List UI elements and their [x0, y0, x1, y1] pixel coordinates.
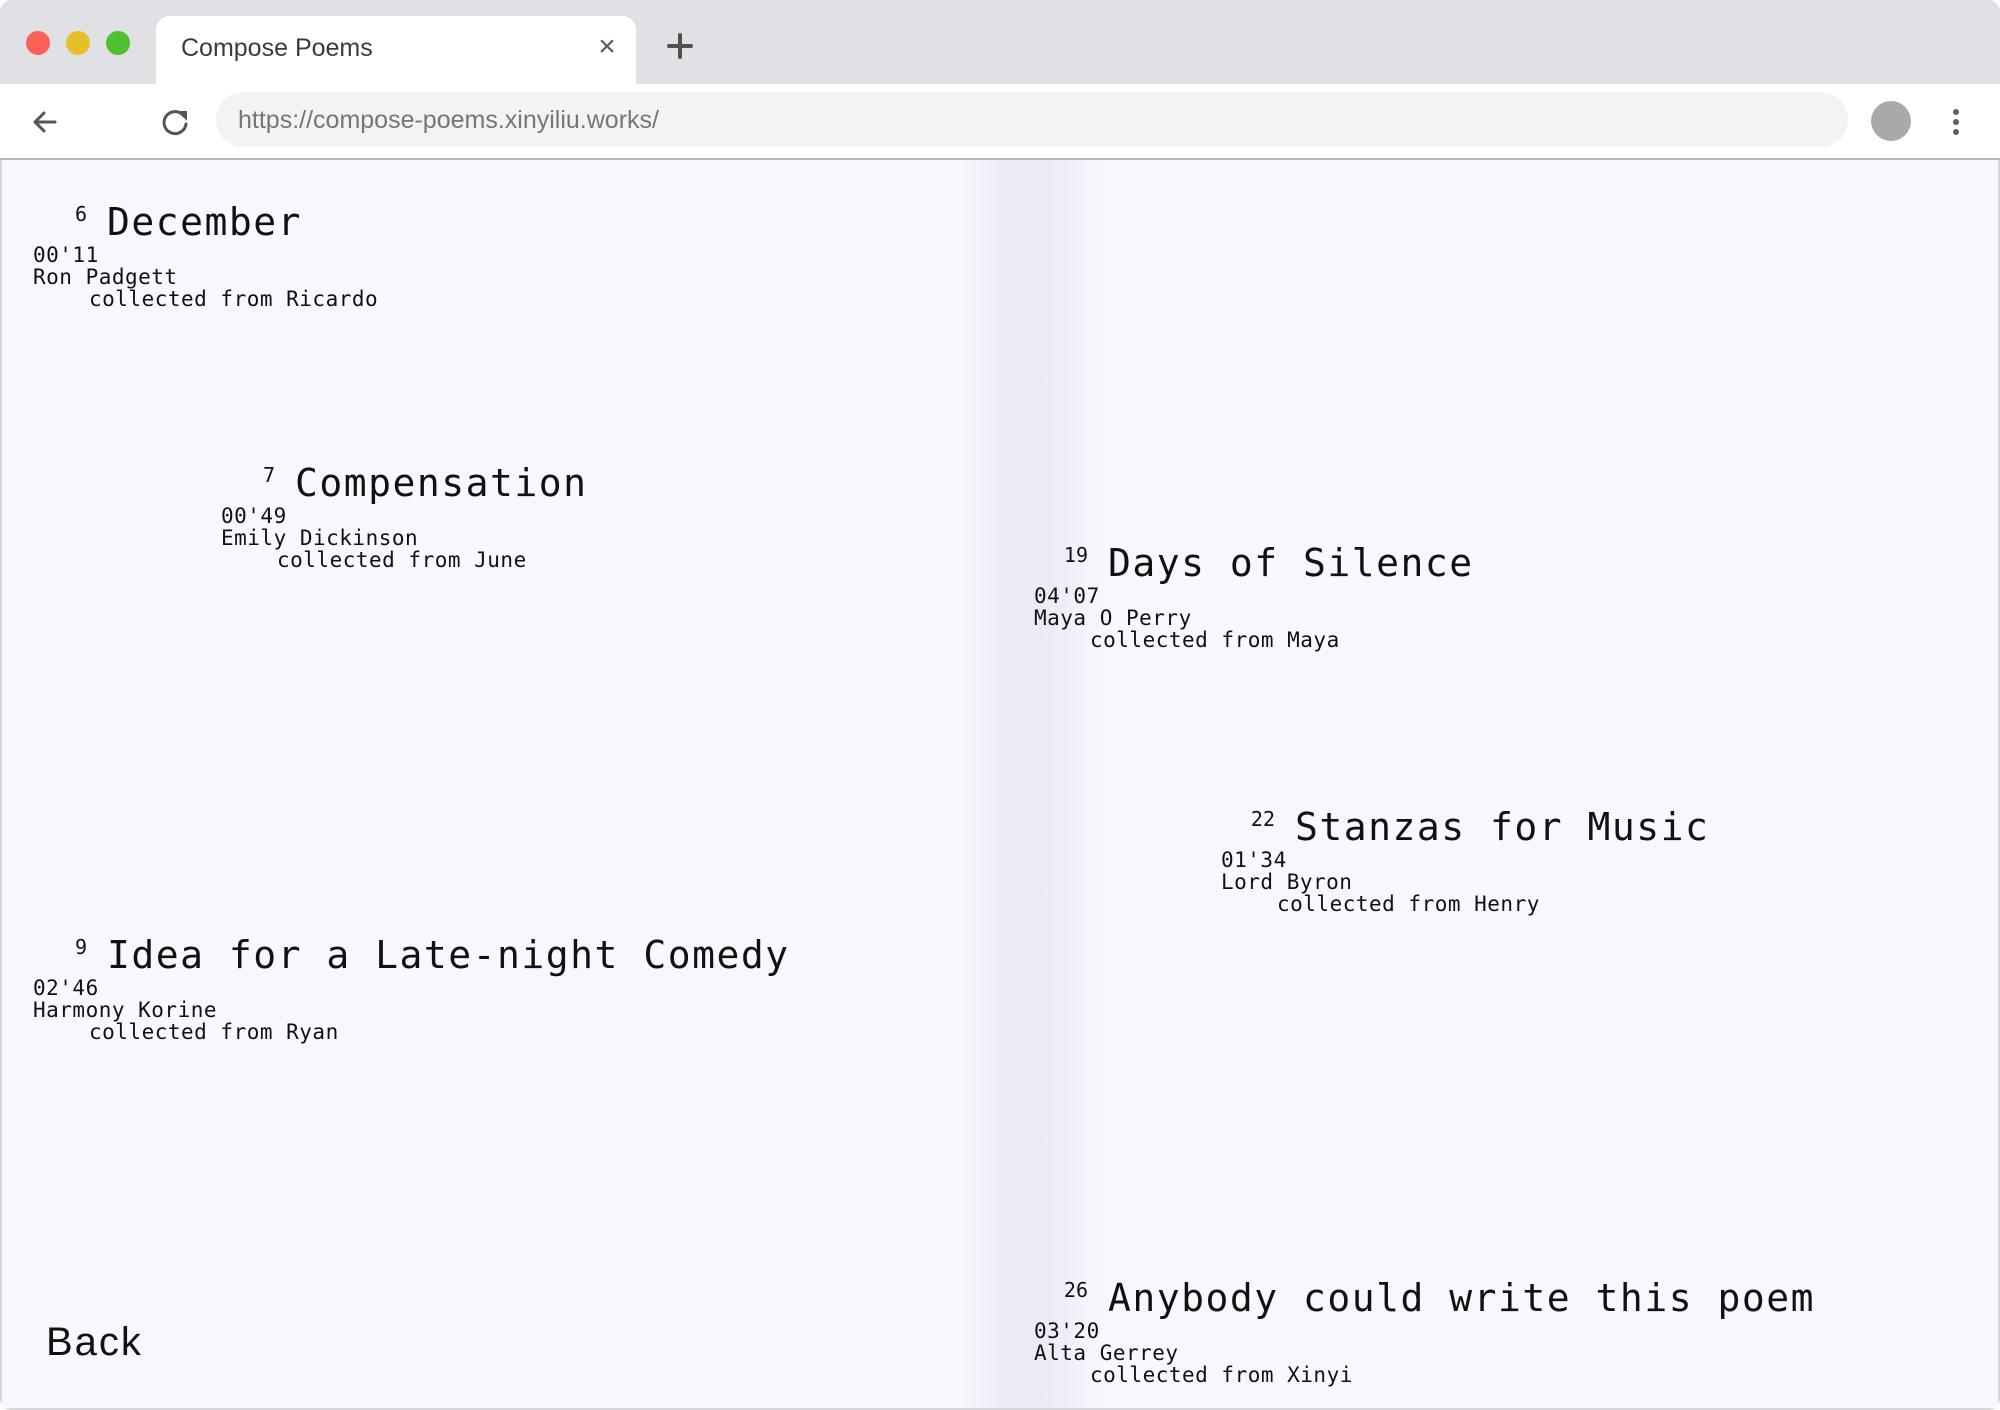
- poem-number: 7: [262, 463, 275, 487]
- browser-window: Compose Poems × 6 Dece: [0, 0, 2000, 1410]
- poem-collected-from: collected from Ryan: [89, 1020, 339, 1044]
- reload-icon[interactable]: [155, 102, 195, 142]
- more-vertical-icon[interactable]: [1946, 106, 1966, 138]
- window-maximize-button[interactable]: [106, 31, 130, 55]
- poem-number: 26: [1063, 1278, 1088, 1302]
- poem-number: 6: [74, 202, 87, 226]
- poem-title-link[interactable]: Days of Silence: [1108, 541, 1474, 585]
- arrow-left-icon[interactable]: [25, 102, 65, 142]
- poem-collected-from: collected from Maya: [1090, 628, 1340, 652]
- poem-entry: 22 Stanzas for Music 01'34 Lord Byron co…: [1221, 805, 1708, 916]
- poem-duration: 03'20: [1034, 1319, 1100, 1343]
- poem-author: Lord Byron: [1221, 870, 1353, 894]
- browser-toolbar: [0, 84, 2000, 160]
- close-icon[interactable]: ×: [592, 32, 622, 62]
- poem-entry: 19 Days of Silence 04'07 Maya O Perry co…: [1034, 541, 1472, 652]
- window-close-button[interactable]: [26, 31, 50, 55]
- poem-title-link[interactable]: Anybody could write this poem: [1108, 1276, 1815, 1320]
- poem-duration: 00'49: [221, 504, 287, 528]
- poem-title-link[interactable]: December: [107, 200, 302, 244]
- poem-collected-from: collected from Xinyi: [1090, 1363, 1353, 1387]
- poem-author: Harmony Korine: [33, 998, 218, 1022]
- poem-author: Emily Dickinson: [221, 526, 419, 550]
- back-link[interactable]: Back: [46, 1320, 143, 1365]
- poem-author: Alta Gerrey: [1034, 1341, 1179, 1365]
- address-bar[interactable]: [216, 92, 1848, 147]
- poem-author: Maya O Perry: [1034, 606, 1192, 630]
- poem-duration: 04'07: [1034, 584, 1100, 608]
- poem-author: Ron Padgett: [33, 265, 178, 289]
- poem-number: 19: [1063, 543, 1088, 567]
- avatar-icon[interactable]: [1871, 101, 1911, 141]
- poem-collected-from: collected from Henry: [1277, 892, 1540, 916]
- url-input[interactable]: [238, 106, 1818, 135]
- poem-title-link[interactable]: Stanzas for Music: [1295, 805, 1709, 849]
- poem-entry: 7 Compensation 00'49 Emily Dickinson col…: [221, 461, 586, 572]
- poem-duration: 01'34: [1221, 848, 1287, 872]
- poem-number: 22: [1250, 807, 1275, 831]
- poem-collected-from: collected from June: [277, 548, 527, 572]
- tab-strip: Compose Poems ×: [0, 0, 2000, 86]
- plus-icon[interactable]: [662, 28, 698, 64]
- poem-entry: 9 Idea for a Late-night Comedy 02'46 Har…: [33, 933, 788, 1044]
- tab-compose-poems[interactable]: Compose Poems ×: [156, 16, 636, 86]
- poem-title-link[interactable]: Compensation: [295, 461, 588, 505]
- poem-entry: 26 Anybody could write this poem 03'20 A…: [1034, 1276, 1813, 1387]
- tab-title: Compose Poems: [181, 34, 373, 62]
- poem-duration: 02'46: [33, 976, 99, 1000]
- poem-duration: 00'11: [33, 243, 99, 267]
- page-content: 6 December 00'11 Ron Padgett collected f…: [2, 160, 1998, 1408]
- window-minimize-button[interactable]: [66, 31, 90, 55]
- poem-number: 9: [74, 935, 87, 959]
- poem-entry: 6 December 00'11 Ron Padgett collected f…: [33, 200, 378, 310]
- poem-collected-from: collected from Ricardo: [89, 287, 379, 311]
- poem-title-link[interactable]: Idea for a Late-night Comedy: [107, 933, 790, 977]
- book-fold-shadow: [957, 160, 1107, 1408]
